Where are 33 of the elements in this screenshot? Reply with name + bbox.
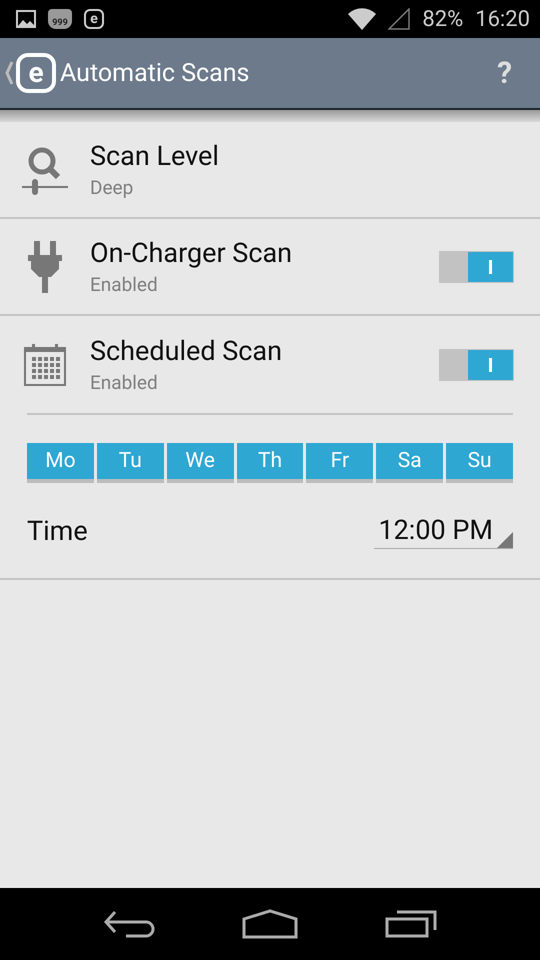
setting-value: Deep — [90, 176, 134, 199]
time-label: Time — [27, 514, 89, 546]
signal-icon — [388, 8, 410, 30]
day-toggle[interactable]: Mo — [27, 443, 94, 483]
time-picker[interactable]: 12:00 PM — [374, 512, 513, 549]
setting-value: Enabled — [90, 371, 159, 394]
toggle-switch[interactable] — [439, 348, 514, 380]
day-toggle[interactable]: Fr — [306, 443, 374, 483]
dropdown-corner-icon — [497, 532, 513, 548]
calendar-icon — [24, 344, 66, 386]
day-toggle[interactable]: Su — [446, 443, 514, 483]
toggle-switch[interactable] — [439, 250, 514, 282]
screen-title: Automatic Scans — [60, 58, 250, 88]
plug-icon — [27, 240, 63, 292]
image-icon — [16, 10, 36, 28]
back-icon[interactable] — [103, 910, 156, 938]
setting-title[interactable]: Scan Level — [90, 140, 514, 172]
app-icon: e — [84, 9, 104, 29]
home-icon[interactable] — [242, 909, 298, 939]
wifi-icon — [348, 8, 376, 30]
clock: 16:20 — [475, 6, 530, 32]
setting-value: Enabled — [90, 273, 159, 296]
battery-level: 82% — [422, 6, 464, 32]
notification-badge: 999 — [48, 9, 72, 29]
setting-title[interactable]: Scheduled Scan — [90, 335, 439, 367]
help-button[interactable]: ? — [493, 56, 516, 90]
setting-title[interactable]: On-Charger Scan — [90, 237, 439, 269]
day-toggle[interactable]: Tu — [96, 443, 164, 483]
day-toggle[interactable]: We — [166, 443, 234, 483]
app-logo[interactable]: e — [16, 53, 56, 93]
day-toggle[interactable]: Sa — [376, 443, 444, 483]
day-toggle[interactable]: Th — [236, 443, 304, 483]
recents-icon[interactable] — [384, 910, 437, 938]
